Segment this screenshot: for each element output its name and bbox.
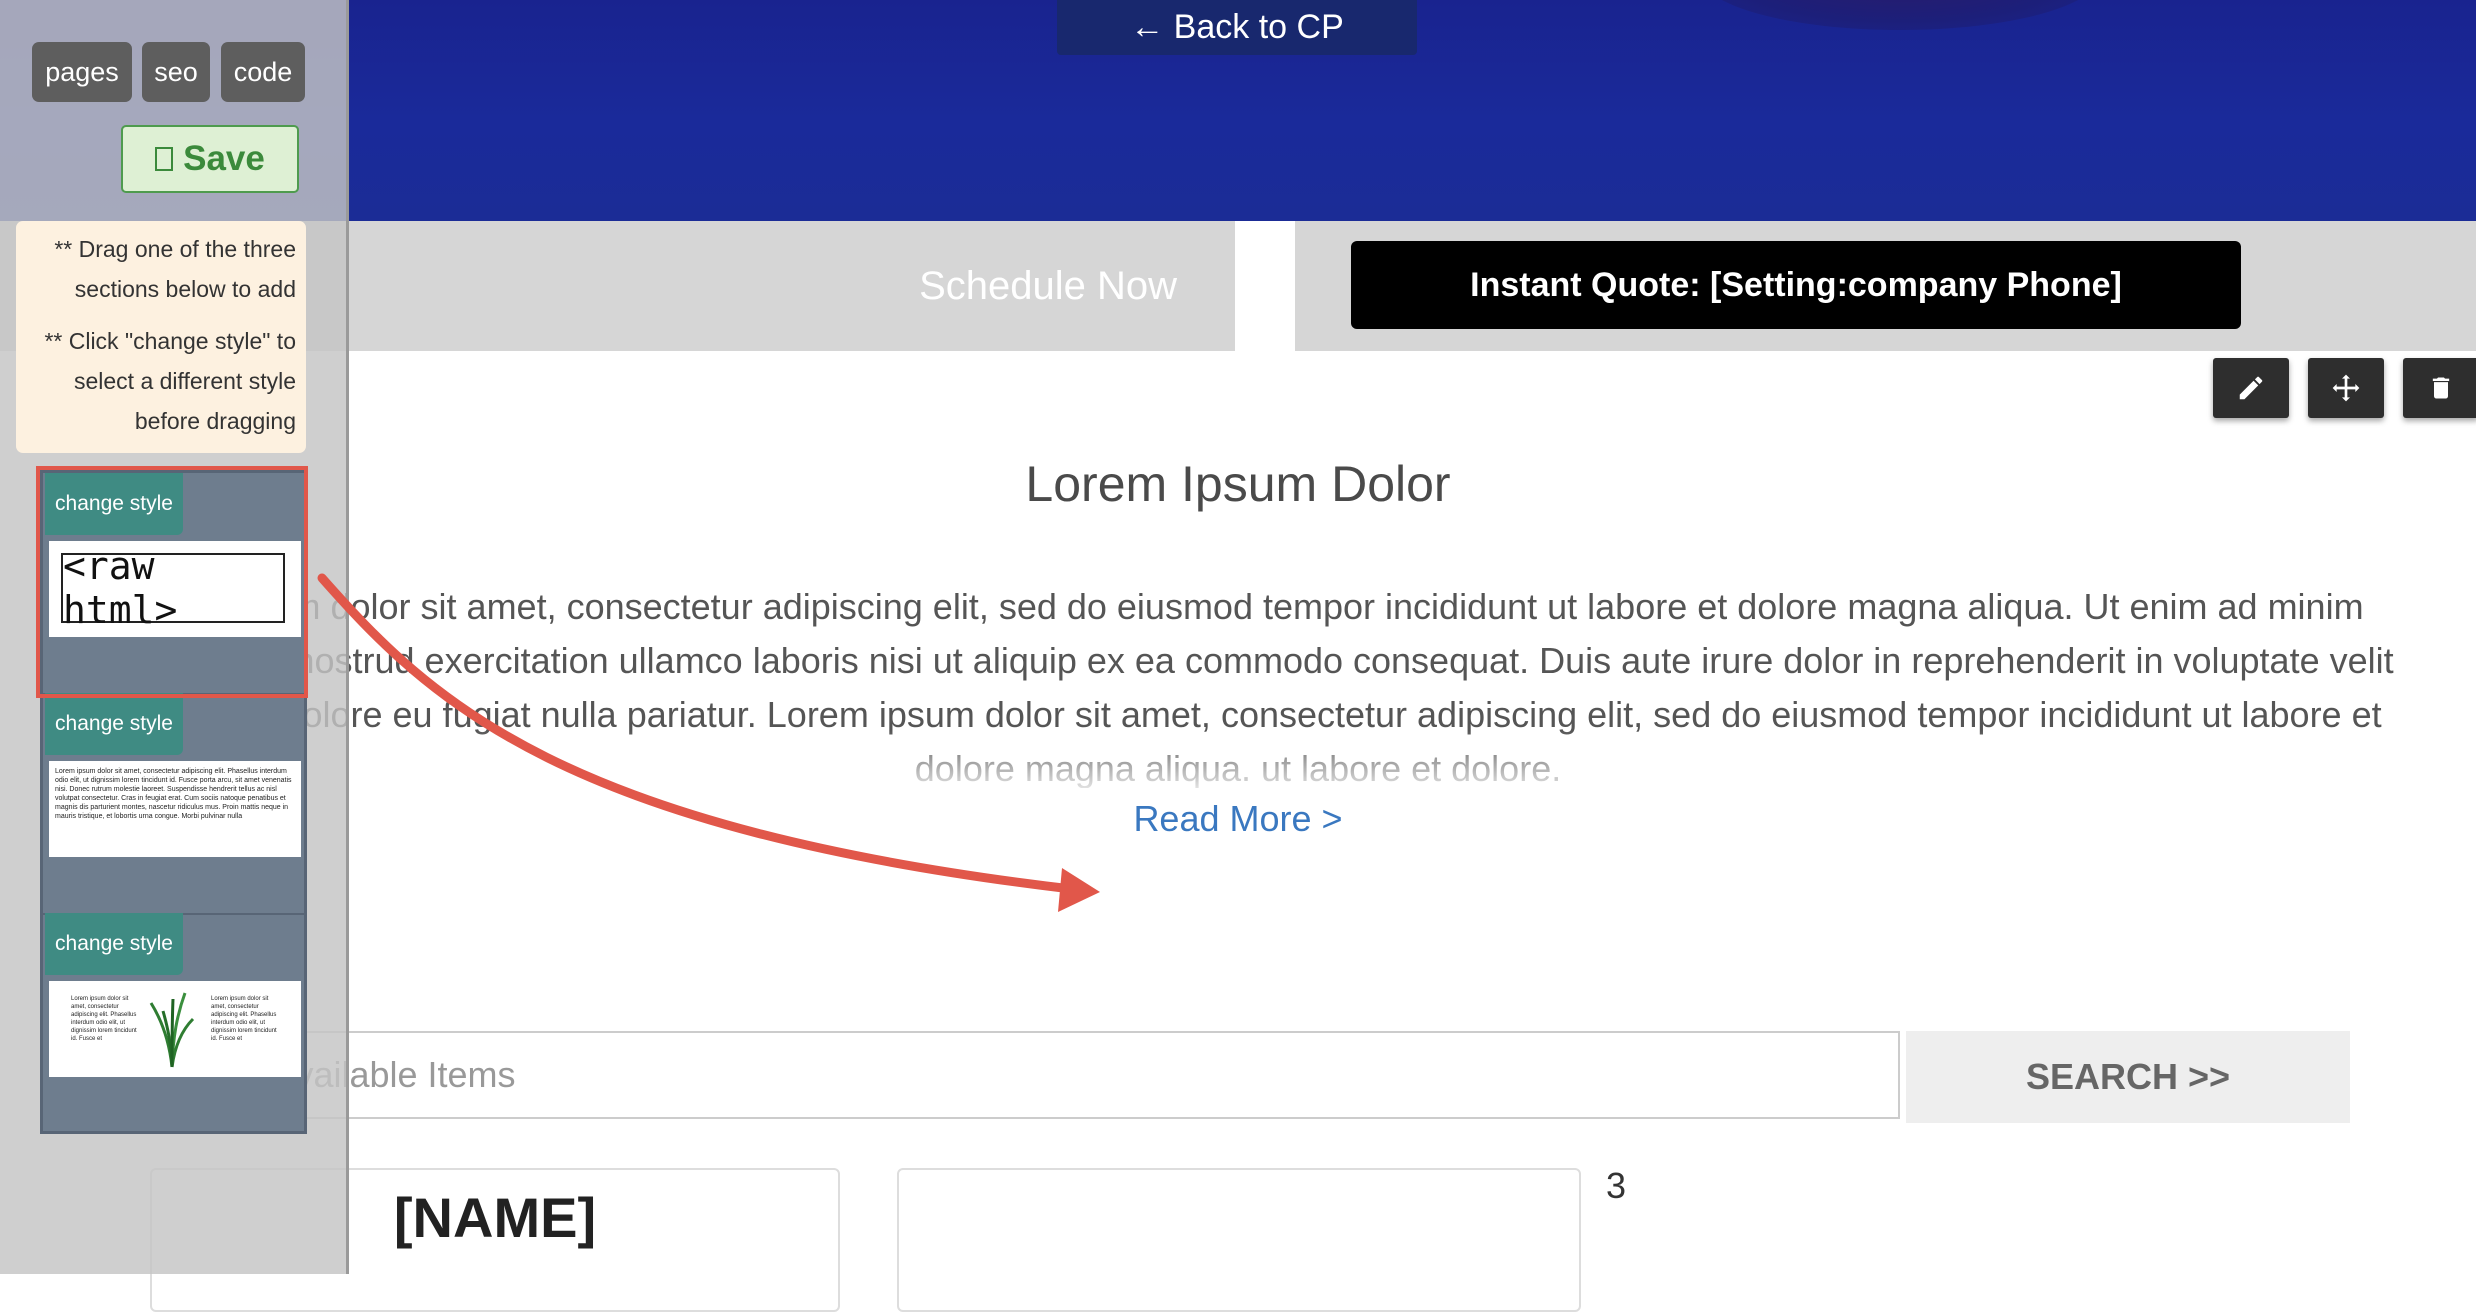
code-button[interactable]: code [221,42,305,102]
save-label: Save [183,139,265,178]
instant-quote-button[interactable]: Instant Quote: [Setting:company Phone] [1351,241,2241,329]
move-section-button[interactable] [2308,358,2384,418]
text-fade-overlay [80,730,2396,790]
section-title: Lorem Ipsum Dolor [1025,456,1451,512]
help-tip: ** Drag one of the three sections below … [54,236,296,302]
item-card[interactable] [897,1168,1581,1312]
trash-icon [2432,377,2450,399]
template-preview-text: Lorem ipsum dolor sit amet, consectetur … [211,996,277,1042]
change-style-button[interactable]: change style [45,913,183,975]
read-more-link[interactable]: Read More > [0,798,2476,840]
move-icon [2332,374,2360,402]
save-button[interactable]: Save [121,125,299,193]
highlight-box [36,466,308,698]
pencil-icon [2239,376,2263,400]
search-button[interactable]: SEARCH >> [1906,1031,2350,1123]
back-to-cp-button[interactable]: ← Back to CP [1057,0,1417,55]
save-icon [155,147,174,171]
page-preview: ← Back to CP Schedule Now Instant Quote:… [0,0,2476,1312]
change-style-button[interactable]: change style [45,693,183,755]
seo-button[interactable]: seo [142,42,210,102]
item-count: 3 [1606,1165,1627,1206]
builder-sidebar: pages seo code Save ** Drag one of the t… [0,0,349,1274]
pages-button[interactable]: pages [32,42,132,102]
help-tip: ** Click "change style" to select a diff… [44,328,296,434]
search-input[interactable]: Search Available Items [120,1031,1900,1119]
template-preview: Lorem ipsum dolor sit amet, consectetur … [49,761,301,857]
help-tips: ** Drag one of the three sections below … [16,221,306,453]
hero-image [1700,0,2100,30]
edit-section-button[interactable] [2213,358,2289,418]
delete-section-button[interactable] [2403,358,2476,418]
grass-icon [149,992,195,1068]
template-text[interactable]: change style Lorem ipsum dolor sit amet,… [43,693,304,915]
template-preview-text: Lorem ipsum dolor sit amet, consectetur … [55,768,292,820]
template-preview: Lorem ipsum dolor sit amet, consectetur … [49,981,301,1077]
schedule-now-link[interactable]: Schedule Now [919,264,1177,309]
template-preview-text: Lorem ipsum dolor sit amet, consectetur … [71,996,137,1042]
template-text-image[interactable]: change style Lorem ipsum dolor sit amet,… [43,913,304,1133]
